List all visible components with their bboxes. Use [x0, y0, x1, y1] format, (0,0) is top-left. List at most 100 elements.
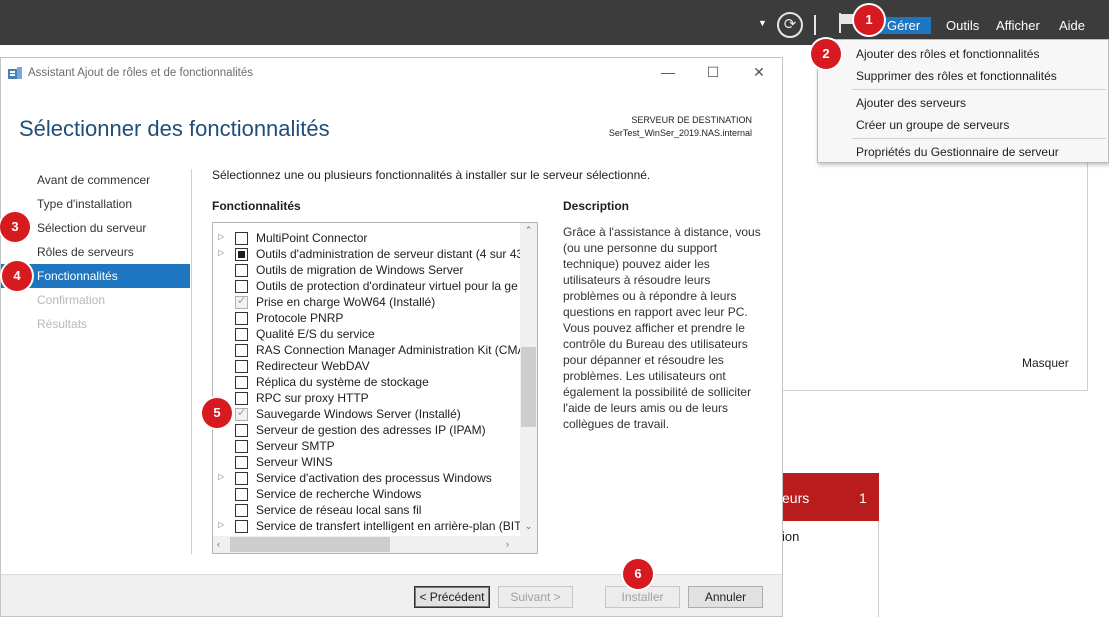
feature-row[interactable]: Protocole PNRP [213, 310, 521, 326]
feature-label: Outils d'administration de serveur dista… [256, 247, 521, 261]
menu-help[interactable]: Aide [1059, 18, 1085, 33]
menu-item-create-server-group[interactable]: Créer un groupe de serveurs [856, 118, 1009, 132]
feature-row[interactable]: ▷ Outils d'administration de serveur dist… [213, 246, 521, 262]
feature-checkbox[interactable] [235, 264, 248, 277]
feature-label: Prise en charge WoW64 (Installé) [256, 295, 436, 309]
expand-arrow-icon[interactable]: ▷ [218, 520, 224, 529]
feature-row[interactable]: Réplica du système de stockage [213, 374, 521, 390]
menu-item-add-roles[interactable]: Ajouter des rôles et fonctionnalités [856, 47, 1039, 61]
feature-label: Service de réseau local sans fil [256, 503, 422, 517]
feature-checkbox[interactable] [235, 504, 248, 517]
page-title: Sélectionner des fonctionnalités [19, 116, 330, 141]
feature-checkbox[interactable] [235, 440, 248, 453]
feature-row[interactable]: Service de réseau local sans fil [213, 502, 521, 518]
step-marker-5: 5 [202, 398, 232, 428]
feature-checkbox[interactable] [235, 280, 248, 293]
feature-row[interactable]: RAS Connection Manager Administration Ki… [213, 342, 521, 358]
features-list: ▷ MultiPoint Connector ▷ Outils d'administr… [212, 222, 538, 554]
feature-row[interactable]: Serveur de gestion des adresses IP (IPAM… [213, 422, 521, 438]
feature-label: Qualité E/S du service [256, 327, 375, 341]
menu-view[interactable]: Afficher [996, 18, 1040, 33]
alert-tile-count: 1 [859, 490, 867, 506]
feature-label: Outils de protection d'ordinateur virtue… [256, 279, 518, 293]
feature-label: Service de recherche Windows [256, 487, 422, 501]
horizontal-scrollbar[interactable]: ‹ › [213, 536, 520, 553]
nav-step-confirmation: Confirmation [37, 293, 106, 307]
feature-checkbox[interactable] [235, 472, 248, 485]
previous-button[interactable]: < Précédent [414, 586, 490, 608]
scroll-left-icon[interactable]: ‹ [217, 539, 220, 549]
feature-label: Protocole PNRP [256, 311, 344, 325]
feature-row[interactable]: Serveur WINS [213, 454, 521, 470]
nav-step-results: Résultats [37, 317, 88, 331]
feature-label: Serveur SMTP [256, 439, 335, 453]
feature-label: Service d'activation des processus Windo… [256, 471, 492, 485]
alert-tile-label: eurs [782, 490, 810, 506]
feature-checkbox[interactable] [235, 376, 248, 389]
step-marker-4: 4 [2, 261, 32, 291]
menu-item-remove-roles[interactable]: Supprimer des rôles et fonctionnalités [856, 69, 1057, 83]
notifications-flag-icon[interactable] [838, 12, 856, 37]
feature-row[interactable]: Serveur SMTP [213, 438, 521, 454]
menu-item-server-manager-properties[interactable]: Propriétés du Gestionnaire de serveur [856, 145, 1059, 159]
scrollbar-thumb[interactable] [230, 537, 390, 552]
feature-row[interactable]: RPC sur proxy HTTP [213, 390, 521, 406]
refresh-icon[interactable]: ⟳ [777, 12, 803, 38]
vertical-scrollbar[interactable]: ⌃ ⌄ [520, 223, 537, 536]
menu-divider [852, 138, 1106, 139]
description-text: Grâce à l'assistance à distance, vous (o… [563, 225, 761, 431]
feature-checkbox[interactable] [235, 360, 248, 373]
feature-checkbox[interactable] [235, 488, 248, 501]
feature-row[interactable]: Prise en charge WoW64 (Installé) [213, 294, 521, 310]
feature-row[interactable]: ▷ Service d'activation des processus Wind… [213, 470, 521, 486]
nav-divider [191, 169, 192, 554]
maximize-icon[interactable]: ☐ [703, 64, 723, 81]
destination-server-label: SERVEUR DE DESTINATION [631, 115, 752, 125]
feature-row[interactable]: Outils de protection d'ordinateur virtue… [213, 278, 521, 294]
feature-checkbox[interactable] [235, 392, 248, 405]
feature-row[interactable]: Outils de migration de Windows Server [213, 262, 521, 278]
feature-row[interactable]: Service de recherche Windows [213, 486, 521, 502]
expand-arrow-icon[interactable]: ▷ [218, 232, 224, 241]
menu-manage[interactable]: Gérer [876, 17, 932, 34]
step-marker-2: 2 [811, 39, 841, 69]
feature-checkbox[interactable] [235, 248, 248, 261]
menu-item-add-servers[interactable]: Ajouter des serveurs [856, 96, 966, 110]
feature-row[interactable]: Qualité E/S du service [213, 326, 521, 342]
feature-row[interactable]: ▷ Service de transfert intelligent en arr… [213, 518, 521, 534]
feature-label: RAS Connection Manager Administration Ki… [256, 343, 521, 357]
wizard-footer: < Précédent Suivant > Installer Annuler [1, 574, 782, 616]
expand-arrow-icon[interactable]: ▷ [218, 248, 224, 257]
scroll-right-icon[interactable]: › [506, 539, 509, 549]
scrollbar-thumb[interactable] [521, 347, 536, 427]
cancel-button[interactable]: Annuler [688, 586, 763, 608]
hide-link[interactable]: Masquer [1022, 356, 1069, 370]
feature-checkbox[interactable] [235, 424, 248, 437]
feature-label: Serveur de gestion des adresses IP (IPAM… [256, 423, 486, 437]
nav-step-installation-type[interactable]: Type d'installation [1, 192, 190, 216]
minimize-icon[interactable]: — [658, 64, 678, 80]
feature-row[interactable]: Redirecteur WebDAV [213, 358, 521, 374]
scroll-up-icon[interactable]: ⌃ [520, 225, 537, 236]
feature-row[interactable]: ▷ MultiPoint Connector [213, 230, 521, 246]
feature-checkbox[interactable] [235, 344, 248, 357]
feature-label: MultiPoint Connector [256, 231, 368, 245]
scroll-down-icon[interactable]: ⌄ [520, 521, 537, 532]
feature-checkbox[interactable] [235, 312, 248, 325]
nav-step-server-roles[interactable]: Rôles de serveurs [1, 240, 190, 264]
wizard-titlebar[interactable]: Assistant Ajout de rôles et de fonctionn… [1, 58, 782, 89]
menu-tools[interactable]: Outils [946, 18, 979, 33]
feature-row[interactable]: Sauvegarde Windows Server (Installé) [213, 406, 521, 422]
expand-arrow-icon[interactable]: ▷ [218, 472, 224, 481]
feature-checkbox[interactable] [235, 232, 248, 245]
feature-checkbox[interactable] [235, 520, 248, 533]
wizard-app-icon [7, 66, 23, 80]
feature-checkbox[interactable] [235, 328, 248, 341]
dropdown-arrow-icon[interactable]: ▼ [758, 18, 767, 28]
nav-step-before-you-begin[interactable]: Avant de commencer [1, 168, 190, 192]
tile-body-text: ion [782, 529, 800, 544]
alert-tile[interactable]: eurs 1 [782, 473, 879, 521]
feature-checkbox[interactable] [235, 456, 248, 469]
close-icon[interactable]: ✕ [749, 64, 769, 81]
feature-checkbox [235, 406, 248, 421]
